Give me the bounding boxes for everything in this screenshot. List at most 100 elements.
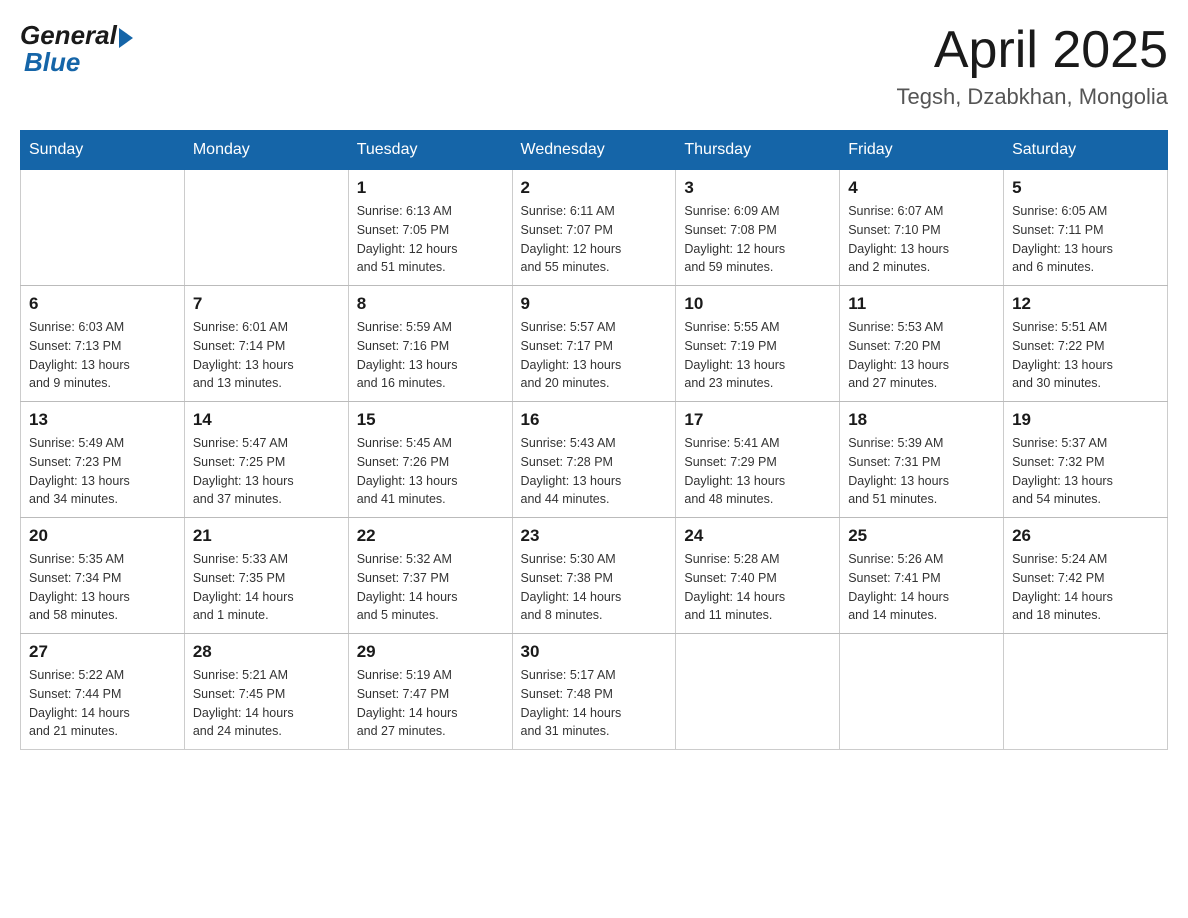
day-info: Sunrise: 5:43 AMSunset: 7:28 PMDaylight:… xyxy=(521,434,668,509)
calendar-header-wednesday: Wednesday xyxy=(512,131,676,170)
calendar-cell: 24 Sunrise: 5:28 AMSunset: 7:40 PMDayligh… xyxy=(676,518,840,634)
calendar-cell: 2 Sunrise: 6:11 AMSunset: 7:07 PMDaylight… xyxy=(512,170,676,286)
day-info: Sunrise: 5:26 AMSunset: 7:41 PMDaylight:… xyxy=(848,550,995,625)
day-number: 2 xyxy=(521,178,668,198)
calendar-cell: 3 Sunrise: 6:09 AMSunset: 7:08 PMDaylight… xyxy=(676,170,840,286)
calendar-cell: 5 Sunrise: 6:05 AMSunset: 7:11 PMDaylight… xyxy=(1004,170,1168,286)
calendar-cell: 9 Sunrise: 5:57 AMSunset: 7:17 PMDaylight… xyxy=(512,286,676,402)
calendar-cell: 29 Sunrise: 5:19 AMSunset: 7:47 PMDayligh… xyxy=(348,634,512,750)
calendar-cell xyxy=(21,170,185,286)
calendar-cell: 20 Sunrise: 5:35 AMSunset: 7:34 PMDayligh… xyxy=(21,518,185,634)
day-info: Sunrise: 5:19 AMSunset: 7:47 PMDaylight:… xyxy=(357,666,504,741)
day-number: 7 xyxy=(193,294,340,314)
day-info: Sunrise: 5:21 AMSunset: 7:45 PMDaylight:… xyxy=(193,666,340,741)
calendar-cell xyxy=(184,170,348,286)
day-number: 15 xyxy=(357,410,504,430)
day-number: 4 xyxy=(848,178,995,198)
day-info: Sunrise: 5:24 AMSunset: 7:42 PMDaylight:… xyxy=(1012,550,1159,625)
calendar-cell: 17 Sunrise: 5:41 AMSunset: 7:29 PMDayligh… xyxy=(676,402,840,518)
calendar-cell: 30 Sunrise: 5:17 AMSunset: 7:48 PMDayligh… xyxy=(512,634,676,750)
calendar-week-5: 27Sunrise: 5:22 AMSunset: 7:44 PMDayligh… xyxy=(21,634,1168,750)
logo-arrow-icon xyxy=(119,28,133,48)
title-area: April 2025 Tegsh, Dzabkhan, Mongolia xyxy=(897,20,1169,110)
day-number: 16 xyxy=(521,410,668,430)
day-number: 17 xyxy=(684,410,831,430)
day-info: Sunrise: 5:30 AMSunset: 7:38 PMDaylight:… xyxy=(521,550,668,625)
day-info: Sunrise: 5:17 AMSunset: 7:48 PMDaylight:… xyxy=(521,666,668,741)
calendar-cell: 25 Sunrise: 5:26 AMSunset: 7:41 PMDayligh… xyxy=(840,518,1004,634)
day-number: 30 xyxy=(521,642,668,662)
calendar-cell: 28 Sunrise: 5:21 AMSunset: 7:45 PMDayligh… xyxy=(184,634,348,750)
day-info: Sunrise: 6:05 AMSunset: 7:11 PMDaylight:… xyxy=(1012,202,1159,277)
calendar-week-1: 1 Sunrise: 6:13 AMSunset: 7:05 PMDaylight… xyxy=(21,170,1168,286)
day-info: Sunrise: 5:53 AMSunset: 7:20 PMDaylight:… xyxy=(848,318,995,393)
day-number: 24 xyxy=(684,526,831,546)
calendar-cell: 13Sunrise: 5:49 AMSunset: 7:23 PMDayligh… xyxy=(21,402,185,518)
calendar-cell: 14 Sunrise: 5:47 AMSunset: 7:25 PMDayligh… xyxy=(184,402,348,518)
calendar-week-3: 13Sunrise: 5:49 AMSunset: 7:23 PMDayligh… xyxy=(21,402,1168,518)
logo-blue-text: Blue xyxy=(24,47,80,78)
calendar-cell xyxy=(840,634,1004,750)
day-info: Sunrise: 5:35 AMSunset: 7:34 PMDaylight:… xyxy=(29,550,176,625)
calendar-cell: 26 Sunrise: 5:24 AMSunset: 7:42 PMDayligh… xyxy=(1004,518,1168,634)
day-number: 25 xyxy=(848,526,995,546)
logo: General Blue xyxy=(20,20,133,78)
day-info: Sunrise: 5:37 AMSunset: 7:32 PMDaylight:… xyxy=(1012,434,1159,509)
calendar-header-friday: Friday xyxy=(840,131,1004,170)
calendar-cell: 15Sunrise: 5:45 AMSunset: 7:26 PMDayligh… xyxy=(348,402,512,518)
day-number: 14 xyxy=(193,410,340,430)
calendar-cell: 27Sunrise: 5:22 AMSunset: 7:44 PMDayligh… xyxy=(21,634,185,750)
day-number: 29 xyxy=(357,642,504,662)
day-info: Sunrise: 5:49 AMSunset: 7:23 PMDaylight:… xyxy=(29,434,176,509)
calendar-cell: 8 Sunrise: 5:59 AMSunset: 7:16 PMDaylight… xyxy=(348,286,512,402)
day-number: 20 xyxy=(29,526,176,546)
day-info: Sunrise: 5:59 AMSunset: 7:16 PMDaylight:… xyxy=(357,318,504,393)
calendar-cell: 7 Sunrise: 6:01 AMSunset: 7:14 PMDaylight… xyxy=(184,286,348,402)
calendar-cell: 11Sunrise: 5:53 AMSunset: 7:20 PMDayligh… xyxy=(840,286,1004,402)
day-info: Sunrise: 5:41 AMSunset: 7:29 PMDaylight:… xyxy=(684,434,831,509)
calendar-header-row: SundayMondayTuesdayWednesdayThursdayFrid… xyxy=(21,131,1168,170)
day-info: Sunrise: 5:47 AMSunset: 7:25 PMDaylight:… xyxy=(193,434,340,509)
day-number: 1 xyxy=(357,178,504,198)
day-number: 3 xyxy=(684,178,831,198)
location-title: Tegsh, Dzabkhan, Mongolia xyxy=(897,84,1169,110)
calendar-cell: 10 Sunrise: 5:55 AMSunset: 7:19 PMDayligh… xyxy=(676,286,840,402)
day-info: Sunrise: 6:09 AMSunset: 7:08 PMDaylight:… xyxy=(684,202,831,277)
calendar-header-saturday: Saturday xyxy=(1004,131,1168,170)
day-info: Sunrise: 5:33 AMSunset: 7:35 PMDaylight:… xyxy=(193,550,340,625)
day-number: 5 xyxy=(1012,178,1159,198)
calendar-cell: 6 Sunrise: 6:03 AMSunset: 7:13 PMDaylight… xyxy=(21,286,185,402)
day-info: Sunrise: 5:28 AMSunset: 7:40 PMDaylight:… xyxy=(684,550,831,625)
day-info: Sunrise: 6:01 AMSunset: 7:14 PMDaylight:… xyxy=(193,318,340,393)
day-info: Sunrise: 6:07 AMSunset: 7:10 PMDaylight:… xyxy=(848,202,995,277)
day-number: 10 xyxy=(684,294,831,314)
day-number: 28 xyxy=(193,642,340,662)
day-info: Sunrise: 6:03 AMSunset: 7:13 PMDaylight:… xyxy=(29,318,176,393)
calendar-cell: 21 Sunrise: 5:33 AMSunset: 7:35 PMDayligh… xyxy=(184,518,348,634)
day-number: 9 xyxy=(521,294,668,314)
calendar-header-sunday: Sunday xyxy=(21,131,185,170)
day-number: 6 xyxy=(29,294,176,314)
day-info: Sunrise: 5:55 AMSunset: 7:19 PMDaylight:… xyxy=(684,318,831,393)
day-number: 19 xyxy=(1012,410,1159,430)
calendar-table: SundayMondayTuesdayWednesdayThursdayFrid… xyxy=(20,130,1168,750)
calendar-header-tuesday: Tuesday xyxy=(348,131,512,170)
calendar-header-thursday: Thursday xyxy=(676,131,840,170)
day-info: Sunrise: 5:51 AMSunset: 7:22 PMDaylight:… xyxy=(1012,318,1159,393)
day-number: 26 xyxy=(1012,526,1159,546)
day-info: Sunrise: 5:32 AMSunset: 7:37 PMDaylight:… xyxy=(357,550,504,625)
day-number: 21 xyxy=(193,526,340,546)
calendar-cell: 1 Sunrise: 6:13 AMSunset: 7:05 PMDaylight… xyxy=(348,170,512,286)
calendar-week-2: 6 Sunrise: 6:03 AMSunset: 7:13 PMDaylight… xyxy=(21,286,1168,402)
calendar-cell: 16 Sunrise: 5:43 AMSunset: 7:28 PMDayligh… xyxy=(512,402,676,518)
month-title: April 2025 xyxy=(897,20,1169,80)
calendar-cell xyxy=(676,634,840,750)
calendar-cell: 18Sunrise: 5:39 AMSunset: 7:31 PMDayligh… xyxy=(840,402,1004,518)
day-info: Sunrise: 6:13 AMSunset: 7:05 PMDaylight:… xyxy=(357,202,504,277)
calendar-cell: 12 Sunrise: 5:51 AMSunset: 7:22 PMDayligh… xyxy=(1004,286,1168,402)
day-number: 8 xyxy=(357,294,504,314)
day-info: Sunrise: 5:57 AMSunset: 7:17 PMDaylight:… xyxy=(521,318,668,393)
day-number: 12 xyxy=(1012,294,1159,314)
calendar-cell: 22Sunrise: 5:32 AMSunset: 7:37 PMDayligh… xyxy=(348,518,512,634)
day-info: Sunrise: 6:11 AMSunset: 7:07 PMDaylight:… xyxy=(521,202,668,277)
